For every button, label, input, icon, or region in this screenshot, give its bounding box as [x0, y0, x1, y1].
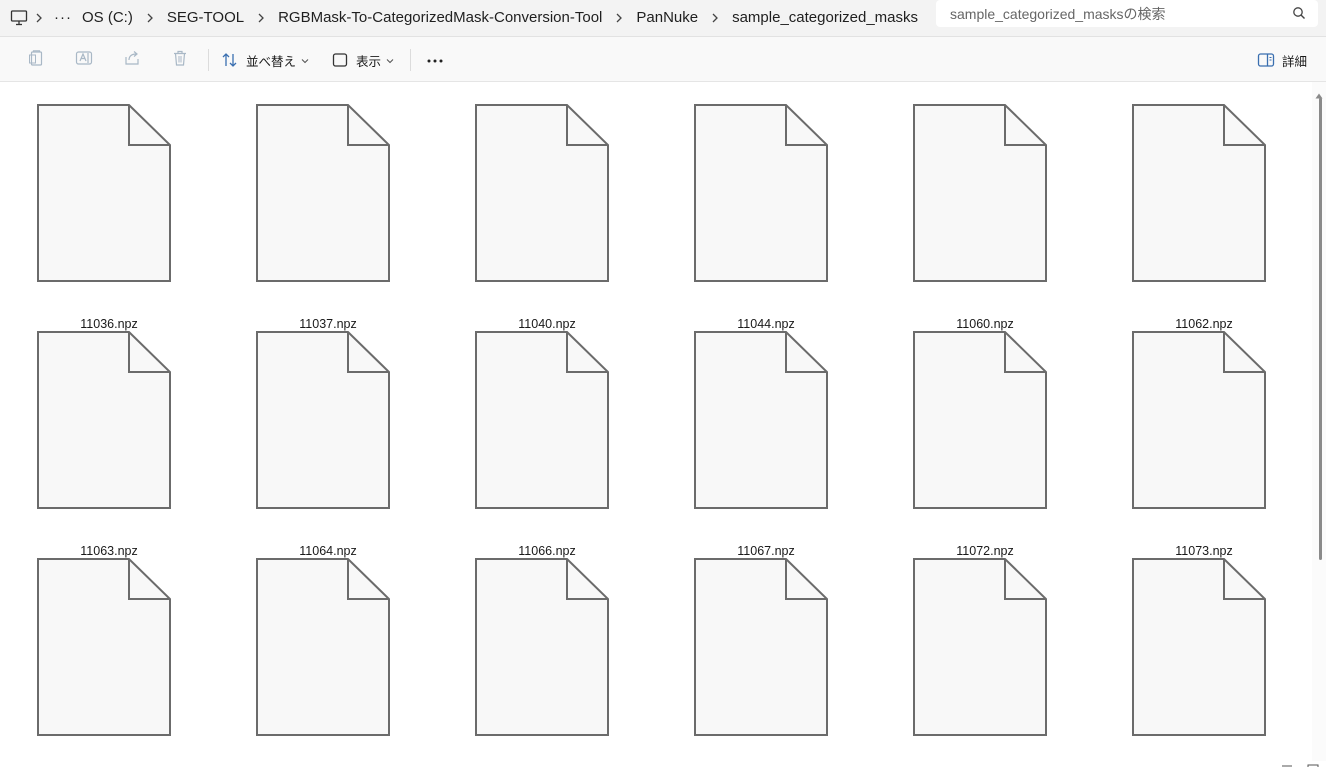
chevron-right-icon[interactable] — [608, 13, 630, 23]
breadcrumb-os-c[interactable]: OS (C:) — [76, 0, 139, 36]
file-item[interactable]: 11072.npz — [881, 331, 1089, 558]
chevron-right-icon[interactable] — [704, 13, 726, 23]
file-item[interactable]: 11063.npz — [5, 331, 213, 558]
file-icon — [256, 104, 390, 282]
file-name: 11073.npz — [1175, 544, 1233, 558]
chevron-down-icon — [386, 51, 394, 69]
rename-button[interactable] — [69, 45, 99, 75]
file-icon — [256, 558, 390, 736]
file-name: 11062.npz — [1175, 317, 1233, 331]
chevron-right-icon[interactable] — [250, 13, 272, 23]
file-name: 11064.npz — [299, 544, 357, 558]
file-item[interactable] — [662, 558, 870, 761]
file-icon — [37, 331, 171, 509]
file-icon — [694, 558, 828, 736]
file-item[interactable]: 11062.npz — [1100, 104, 1308, 331]
file-item[interactable]: 11044.npz — [662, 104, 870, 331]
file-name: 11044.npz — [737, 317, 795, 331]
status-bar-view-toggle[interactable] — [1280, 754, 1326, 769]
file-item[interactable] — [881, 558, 1089, 761]
file-item[interactable] — [443, 558, 651, 761]
file-item[interactable]: 11060.npz — [881, 104, 1089, 331]
chevron-right-icon[interactable] — [139, 13, 161, 23]
file-item[interactable]: 11037.npz — [224, 104, 432, 331]
view-label: 表示 — [356, 54, 382, 69]
copy-icon — [27, 49, 45, 72]
file-icon — [694, 104, 828, 282]
this-pc-icon[interactable] — [10, 9, 28, 27]
search-icon[interactable] — [1292, 6, 1306, 25]
chevron-right-icon[interactable] — [28, 13, 50, 23]
breadcrumb-seg-tool[interactable]: SEG-TOOL — [161, 0, 250, 36]
file-name: 11072.npz — [956, 544, 1014, 558]
file-icon — [475, 331, 609, 509]
file-icon — [475, 558, 609, 736]
sort-label: 並べ替え — [246, 54, 297, 69]
file-name: 11066.npz — [518, 544, 576, 558]
share-icon — [123, 49, 141, 72]
breadcrumb-conversion-tool[interactable]: RGBMask-To-CategorizedMask-Conversion-To… — [272, 0, 608, 36]
chevron-down-icon — [301, 51, 309, 69]
file-icon — [913, 331, 1047, 509]
search-box[interactable] — [936, 0, 1318, 27]
more-icon — [426, 51, 444, 69]
file-item[interactable] — [5, 558, 213, 761]
file-item[interactable]: 11040.npz — [443, 104, 651, 331]
search-input[interactable] — [950, 5, 1280, 22]
share-button[interactable] — [117, 45, 147, 75]
file-icon — [913, 558, 1047, 736]
breadcrumb-current-folder[interactable]: sample_categorized_masks — [726, 0, 928, 36]
sort-icon — [221, 51, 239, 69]
sort-button[interactable]: 並べ替え — [219, 45, 309, 75]
view-button[interactable]: 表示 — [330, 45, 402, 75]
command-bar: 並べ替え 表示 詳細 — [0, 37, 1326, 82]
file-name: 11060.npz — [956, 317, 1014, 331]
file-name: 11063.npz — [80, 544, 138, 558]
file-item[interactable] — [224, 558, 432, 761]
file-icon — [475, 104, 609, 282]
scrollbar-thumb[interactable] — [1319, 98, 1322, 560]
breadcrumb[interactable]: ··· OS (C:) SEG-TOOL RGBMask-To-Categori… — [0, 0, 928, 36]
file-icon — [1132, 558, 1266, 736]
file-icon — [256, 331, 390, 509]
details-label: 詳細 — [1282, 54, 1308, 69]
file-name: 11040.npz — [518, 317, 576, 331]
file-name: 11037.npz — [299, 317, 357, 331]
rename-icon — [75, 49, 93, 72]
breadcrumb-overflow[interactable]: ··· — [50, 0, 76, 36]
file-icon — [37, 104, 171, 282]
toolbar-divider — [410, 49, 411, 71]
details-pane-button[interactable]: 詳細 — [1254, 45, 1317, 75]
file-icon — [913, 104, 1047, 282]
breadcrumb-pannuke[interactable]: PanNuke — [630, 0, 704, 36]
file-item[interactable]: 11073.npz — [1100, 331, 1308, 558]
file-item[interactable]: 11067.npz — [662, 331, 870, 558]
file-item[interactable]: 11064.npz — [224, 331, 432, 558]
file-icon — [1132, 104, 1266, 282]
file-item[interactable]: 11036.npz — [5, 104, 213, 331]
file-icon — [694, 331, 828, 509]
delete-icon — [171, 49, 189, 72]
file-name: 11067.npz — [737, 544, 795, 558]
file-icon — [1132, 331, 1266, 509]
file-item[interactable] — [1100, 558, 1308, 761]
file-item[interactable]: 11066.npz — [443, 331, 651, 558]
more-options-button[interactable] — [418, 45, 452, 75]
view-icon — [332, 52, 348, 68]
file-name: 11036.npz — [80, 317, 138, 331]
toolbar-divider — [208, 49, 209, 71]
address-bar: ··· OS (C:) SEG-TOOL RGBMask-To-Categori… — [0, 0, 1326, 37]
delete-button[interactable] — [165, 45, 195, 75]
vertical-scrollbar[interactable] — [1312, 82, 1326, 761]
details-pane-icon — [1257, 52, 1275, 68]
copy-button[interactable] — [21, 45, 51, 75]
file-icon — [37, 558, 171, 736]
file-grid: 11036.npz 11037.npz 11040.npz 11044.npz 1106… — [0, 82, 1312, 761]
